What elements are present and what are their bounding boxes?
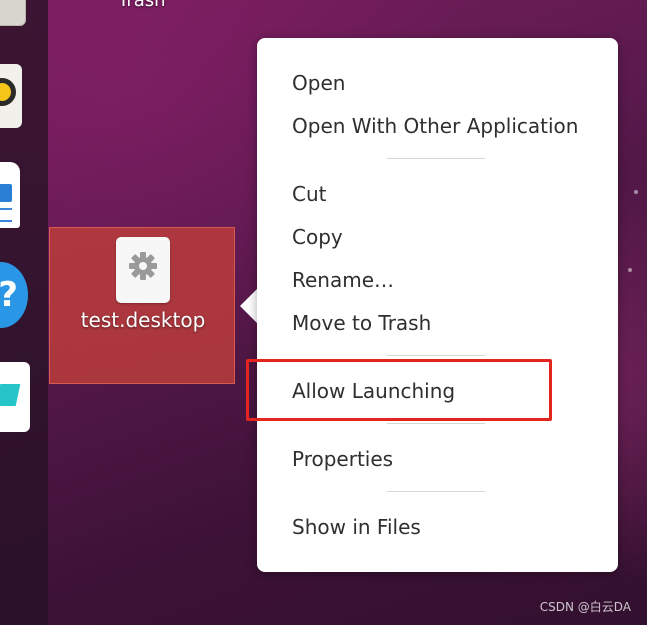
rhythmbox-disc <box>0 78 16 106</box>
menu-item-copy[interactable]: Copy <box>292 225 343 249</box>
wallpaper-sparkle <box>634 190 638 194</box>
software-bag-glyph <box>0 384 21 406</box>
gear-icon <box>129 252 157 280</box>
libreoffice-writer-icon[interactable] <box>0 162 20 228</box>
menu-separator <box>387 355 485 356</box>
menu-item-properties[interactable]: Properties <box>292 447 393 471</box>
menu-separator <box>387 423 485 424</box>
highlight-annotation-box <box>246 359 552 421</box>
writer-image-glyph <box>0 184 12 202</box>
rhythmbox-icon[interactable] <box>0 64 22 128</box>
writer-lines-glyph <box>0 208 12 222</box>
menu-separator <box>387 158 485 159</box>
menu-item-rename[interactable]: Rename… <box>292 268 394 292</box>
menu-item-show-in-files[interactable]: Show in Files <box>292 515 421 539</box>
menu-item-move-to-trash[interactable]: Move to Trash <box>292 311 431 335</box>
context-menu: Open Open With Other Application Cut Cop… <box>257 38 618 572</box>
menu-item-open[interactable]: Open <box>292 71 345 95</box>
menu-pointer-arrow <box>240 288 258 324</box>
dock: ? <box>0 0 48 625</box>
wallpaper-sparkle <box>628 268 632 272</box>
files-icon[interactable] <box>0 0 26 26</box>
trash-label[interactable]: Trash <box>118 0 166 11</box>
software-center-icon[interactable] <box>0 362 30 432</box>
file-icon <box>116 237 170 303</box>
file-name-label: test.desktop <box>80 308 206 332</box>
menu-item-cut[interactable]: Cut <box>292 182 326 206</box>
desktop-file-test[interactable]: test.desktop <box>49 227 235 384</box>
help-icon[interactable]: ? <box>0 262 28 328</box>
menu-separator <box>387 491 485 492</box>
watermark: CSDN @白云DA <box>539 600 631 614</box>
menu-item-open-with[interactable]: Open With Other Application <box>292 114 578 138</box>
